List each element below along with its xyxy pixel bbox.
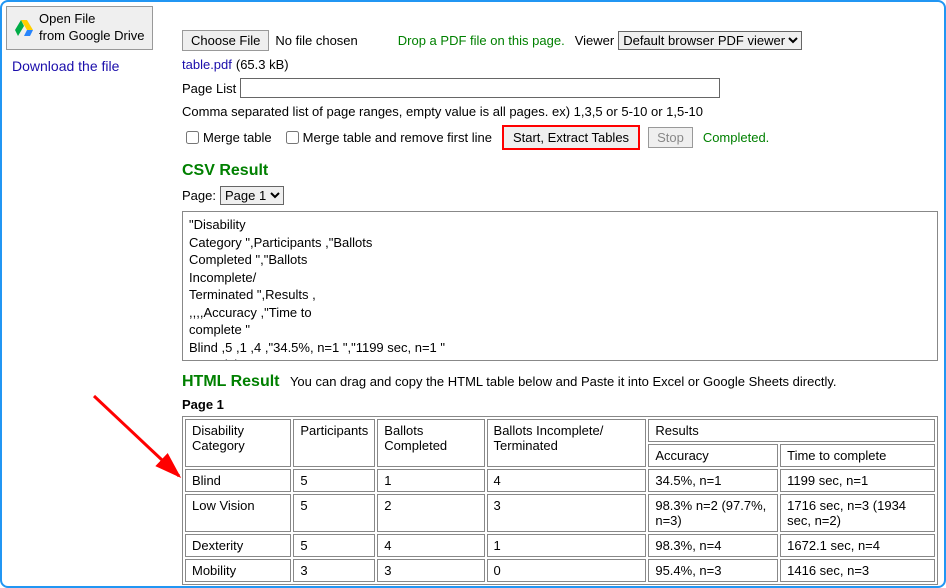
table-row: Mobility 3 3 0 95.4%, n=3 1416 sec, n=3: [185, 559, 935, 582]
file-row: Choose File No file chosen Drop a PDF fi…: [182, 30, 938, 51]
page-list-input[interactable]: [240, 78, 720, 98]
download-link[interactable]: Download the file: [12, 58, 176, 74]
annotation-arrow-icon: [84, 386, 194, 496]
page-list-hint: Comma separated list of page ranges, emp…: [182, 104, 703, 119]
csv-page-select[interactable]: Page 1: [220, 186, 284, 205]
app-frame: Open File from Google Drive Download the…: [0, 0, 946, 588]
merge-checkbox[interactable]: [186, 131, 199, 144]
col-participants: Participants: [293, 419, 375, 467]
file-link[interactable]: table.pdf: [182, 57, 232, 72]
table-row: Dexterity 5 4 1 98.3%, n=4 1672.1 sec, n…: [185, 534, 935, 557]
page-list-row: Page List: [182, 78, 938, 98]
merge-checkbox-label[interactable]: Merge table: [182, 128, 272, 147]
table-row: Blind 5 1 4 34.5%, n=1 1199 sec, n=1: [185, 469, 935, 492]
file-status: No file chosen: [275, 33, 357, 48]
col-ballots-completed: Ballots Completed: [377, 419, 484, 467]
viewer-select[interactable]: Default browser PDF viewer: [618, 31, 802, 50]
html-result-title: HTML Result You can drag and copy the HT…: [182, 373, 938, 391]
open-file-label: Open File from Google Drive: [39, 11, 144, 45]
stop-button[interactable]: Stop: [648, 127, 693, 148]
open-from-gdrive-button[interactable]: Open File from Google Drive: [6, 6, 153, 50]
page-list-label: Page List: [182, 81, 236, 96]
page-list-hint-row: Comma separated list of page ranges, emp…: [182, 104, 938, 119]
main-column: Choose File No file chosen Drop a PDF fi…: [182, 6, 938, 582]
col-ballots-incomplete: Ballots Incomplete/ Terminated: [487, 419, 647, 467]
col-results: Results: [648, 419, 935, 442]
csv-page-row: Page: Page 1: [182, 186, 938, 205]
html-result-hint: You can drag and copy the HTML table bel…: [290, 374, 837, 389]
csv-result-title: CSV Result: [182, 162, 938, 180]
result-table[interactable]: Disability Category Participants Ballots…: [182, 416, 938, 585]
drop-hint: Drop a PDF file on this page.: [398, 33, 565, 48]
col-accuracy: Accuracy: [648, 444, 778, 467]
merge-remove-checkbox-label[interactable]: Merge table and remove first line: [282, 128, 492, 147]
completed-status: Completed.: [703, 130, 769, 145]
options-row: Merge table Merge table and remove first…: [182, 125, 938, 150]
html-page-title: Page 1: [182, 397, 938, 412]
table-row: Low Vision 5 2 3 98.3% n=2 (97.7%, n=3) …: [185, 494, 935, 532]
start-extract-button[interactable]: Start, Extract Tables: [502, 125, 640, 150]
file-info-row: table.pdf (65.3 kB): [182, 57, 938, 72]
csv-output[interactable]: "Disability Category ",Participants ,"Ba…: [182, 211, 938, 361]
google-drive-icon: [15, 20, 33, 36]
viewer-label: Viewer: [575, 33, 615, 48]
file-size: (65.3 kB): [236, 57, 289, 72]
left-column: Open File from Google Drive Download the…: [6, 6, 176, 74]
col-disability: Disability Category: [185, 419, 291, 467]
choose-file-button[interactable]: Choose File: [182, 30, 269, 51]
csv-page-label: Page:: [182, 188, 216, 203]
merge-remove-checkbox[interactable]: [286, 131, 299, 144]
col-time: Time to complete: [780, 444, 935, 467]
table-header-row: Disability Category Participants Ballots…: [185, 419, 935, 442]
